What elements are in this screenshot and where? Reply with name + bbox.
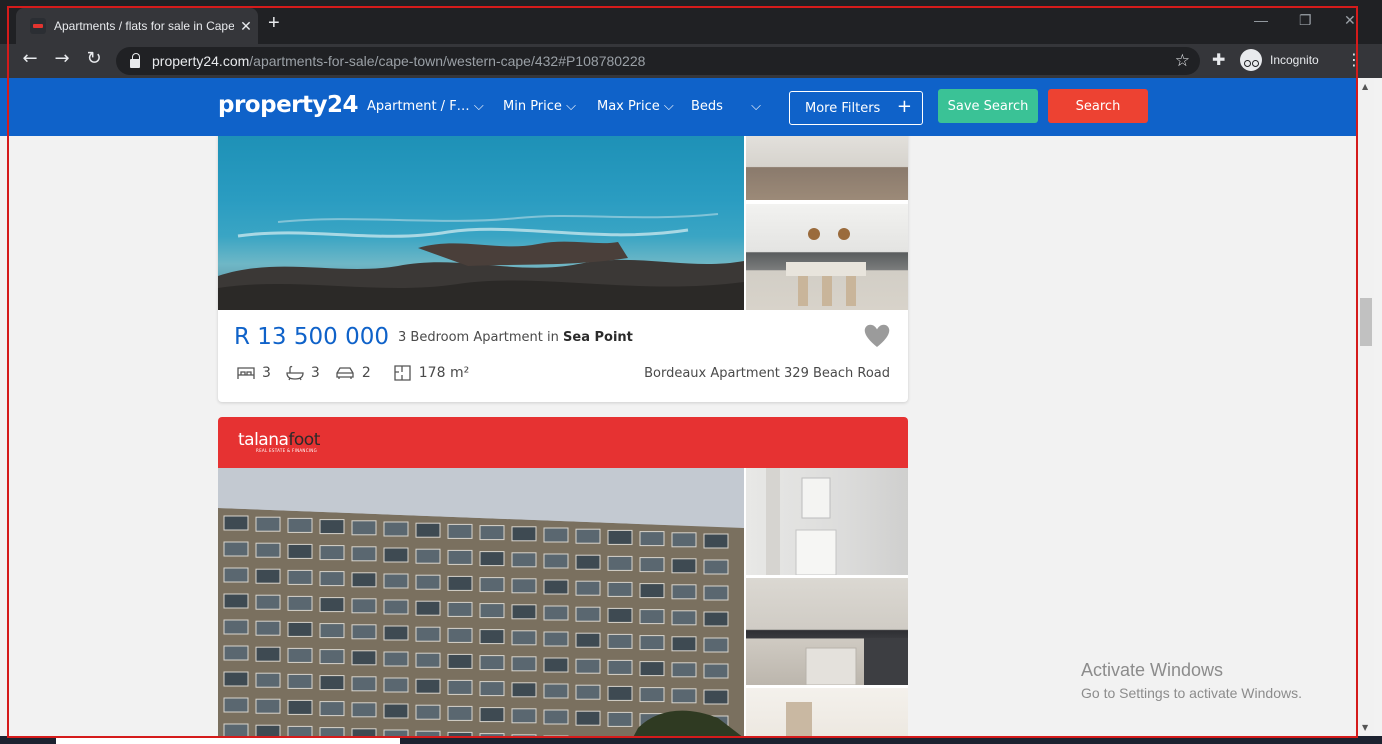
save-search-button[interactable]: Save Search bbox=[938, 89, 1038, 123]
more-filters-label: More Filters bbox=[805, 100, 881, 116]
agency-banner[interactable]: talanafoot REAL ESTATE & FINANCING bbox=[218, 417, 908, 468]
taskbar-search-box[interactable] bbox=[56, 736, 400, 744]
filter-beds-label: Beds bbox=[691, 99, 723, 114]
feature-bedrooms: 3 bbox=[236, 365, 271, 381]
browser-menu-icon[interactable]: ⋮ bbox=[1346, 50, 1362, 69]
forward-icon[interactable]: → bbox=[49, 48, 75, 69]
url-domain: property24.com bbox=[152, 53, 250, 69]
agency-logo: talanafoot bbox=[238, 430, 320, 450]
agency-tagline: REAL ESTATE & FINANCING bbox=[256, 448, 317, 453]
kitchen-counter-photo bbox=[805, 638, 908, 686]
listing-thumbnail[interactable] bbox=[746, 204, 908, 310]
lock-icon bbox=[130, 52, 140, 68]
kitchen-photo bbox=[786, 228, 866, 306]
listing-main-photo[interactable] bbox=[218, 468, 744, 736]
listing-title[interactable]: 3 Bedroom Apartment in Sea Point bbox=[398, 330, 633, 345]
feature-bathrooms: 3 bbox=[285, 365, 320, 381]
ocean-rocks-photo bbox=[218, 213, 744, 310]
incognito-label: Incognito bbox=[1270, 53, 1319, 67]
listing-main-photo[interactable] bbox=[218, 136, 744, 310]
restore-icon[interactable]: ❐ bbox=[1299, 12, 1312, 29]
listing-card[interactable]: R 13 500 000 3 Bedroom Apartment in Sea … bbox=[218, 136, 908, 402]
filter-min-price-label: Min Price bbox=[503, 99, 562, 114]
chevron-down-icon: ⌵ bbox=[751, 99, 761, 114]
new-tab-button[interactable]: + bbox=[268, 12, 280, 35]
url-path: /apartments-for-sale/cape-town/western-c… bbox=[249, 53, 646, 69]
property24-favicon-icon bbox=[30, 18, 46, 34]
listing-address: Bordeaux Apartment 329 Beach Road bbox=[644, 366, 890, 381]
page-scrollbar[interactable]: ▲ ▼ bbox=[1358, 78, 1374, 736]
extensions-puzzle-icon[interactable]: ✚ bbox=[1212, 50, 1225, 69]
feature-parking: 2 bbox=[334, 365, 371, 381]
listing-suburb: Sea Point bbox=[563, 330, 633, 345]
incognito-indicator[interactable]: Incognito bbox=[1240, 48, 1319, 72]
reload-icon[interactable]: ↻ bbox=[81, 48, 107, 69]
floor-size-value: 178 m² bbox=[418, 365, 470, 381]
listing-card[interactable]: talanafoot REAL ESTATE & FINANCING bbox=[218, 417, 908, 736]
tab-close-icon[interactable]: ✕ bbox=[234, 18, 258, 35]
scrollbar-thumb[interactable] bbox=[1360, 298, 1372, 346]
apartment-building-photo bbox=[218, 468, 744, 736]
windows-activation-message: Go to Settings to activate Windows. bbox=[1081, 685, 1302, 701]
window-close-icon[interactable]: ✕ bbox=[1344, 12, 1356, 29]
bathroom-photo bbox=[766, 468, 837, 576]
bookmark-star-icon[interactable]: ☆ bbox=[1175, 51, 1190, 71]
floor-size-icon bbox=[394, 365, 411, 381]
windows-activation-title: Activate Windows bbox=[1081, 660, 1224, 680]
listing-title-prefix: 3 Bedroom Apartment in bbox=[398, 330, 564, 345]
parking-count: 2 bbox=[361, 365, 371, 381]
plus-icon: + bbox=[896, 96, 912, 117]
chevron-down-icon: ⌵ bbox=[566, 99, 576, 114]
filter-beds[interactable]: Beds ⌵ bbox=[691, 99, 761, 114]
site-header: property24 Apartment / F… ⌵ Min Price ⌵ … bbox=[0, 78, 1358, 136]
listing-thumbnail[interactable] bbox=[746, 688, 908, 736]
scroll-up-icon[interactable]: ▲ bbox=[1362, 82, 1368, 91]
agency-logo-text: talana bbox=[238, 430, 289, 450]
incognito-icon bbox=[1240, 49, 1262, 71]
filter-max-price[interactable]: Max Price ⌵ bbox=[597, 99, 674, 114]
chevron-down-icon: ⌵ bbox=[663, 99, 674, 114]
property24-logo[interactable]: property24 bbox=[218, 92, 359, 118]
more-filters-button[interactable]: More Filters + bbox=[789, 91, 923, 125]
car-icon bbox=[336, 367, 354, 379]
listing-features: 3 3 2 178 m² bbox=[236, 364, 483, 382]
bath-icon bbox=[286, 365, 304, 381]
favourite-heart-icon[interactable] bbox=[862, 322, 892, 350]
windows-taskbar bbox=[0, 736, 1382, 744]
interior-photo bbox=[786, 702, 812, 736]
listings-area: R 13 500 000 3 Bedroom Apartment in Sea … bbox=[0, 136, 1358, 736]
scroll-down-icon[interactable]: ▼ bbox=[1362, 723, 1368, 732]
browser-window: Apartments / flats for sale in Cape Town… bbox=[0, 0, 1382, 744]
agency-logo-text-dark: foot bbox=[288, 430, 320, 450]
listing-thumbnail[interactable] bbox=[746, 468, 908, 576]
listing-thumbnail[interactable] bbox=[746, 136, 908, 200]
tab-strip: Apartments / flats for sale in Cape Town… bbox=[0, 0, 1382, 44]
filter-max-price-label: Max Price bbox=[597, 99, 660, 114]
listing-thumbnail[interactable] bbox=[746, 578, 908, 686]
address-bar[interactable]: property24.com/apartments-for-sale/cape-… bbox=[116, 47, 1200, 75]
bathrooms-count: 3 bbox=[310, 365, 320, 381]
browser-toolbar: ← → ↻ property24.com/apartments-for-sale… bbox=[0, 44, 1382, 78]
back-icon[interactable]: ← bbox=[17, 48, 43, 69]
minimize-icon[interactable]: — bbox=[1254, 12, 1268, 28]
feature-floor-size: 178 m² bbox=[393, 364, 469, 382]
listing-price[interactable]: R 13 500 000 bbox=[234, 324, 389, 350]
browser-tab[interactable]: Apartments / flats for sale in Cape Town… bbox=[16, 8, 258, 44]
tab-title: Apartments / flats for sale in Cape Town bbox=[54, 19, 234, 33]
bed-icon bbox=[237, 367, 255, 379]
filter-min-price[interactable]: Min Price ⌵ bbox=[503, 99, 576, 114]
filter-property-type-label: Apartment / F… bbox=[367, 99, 470, 114]
chevron-down-icon: ⌵ bbox=[473, 99, 484, 114]
bedrooms-count: 3 bbox=[262, 365, 271, 381]
search-button[interactable]: Search bbox=[1048, 89, 1148, 123]
filter-property-type[interactable]: Apartment / F… ⌵ bbox=[367, 99, 484, 114]
